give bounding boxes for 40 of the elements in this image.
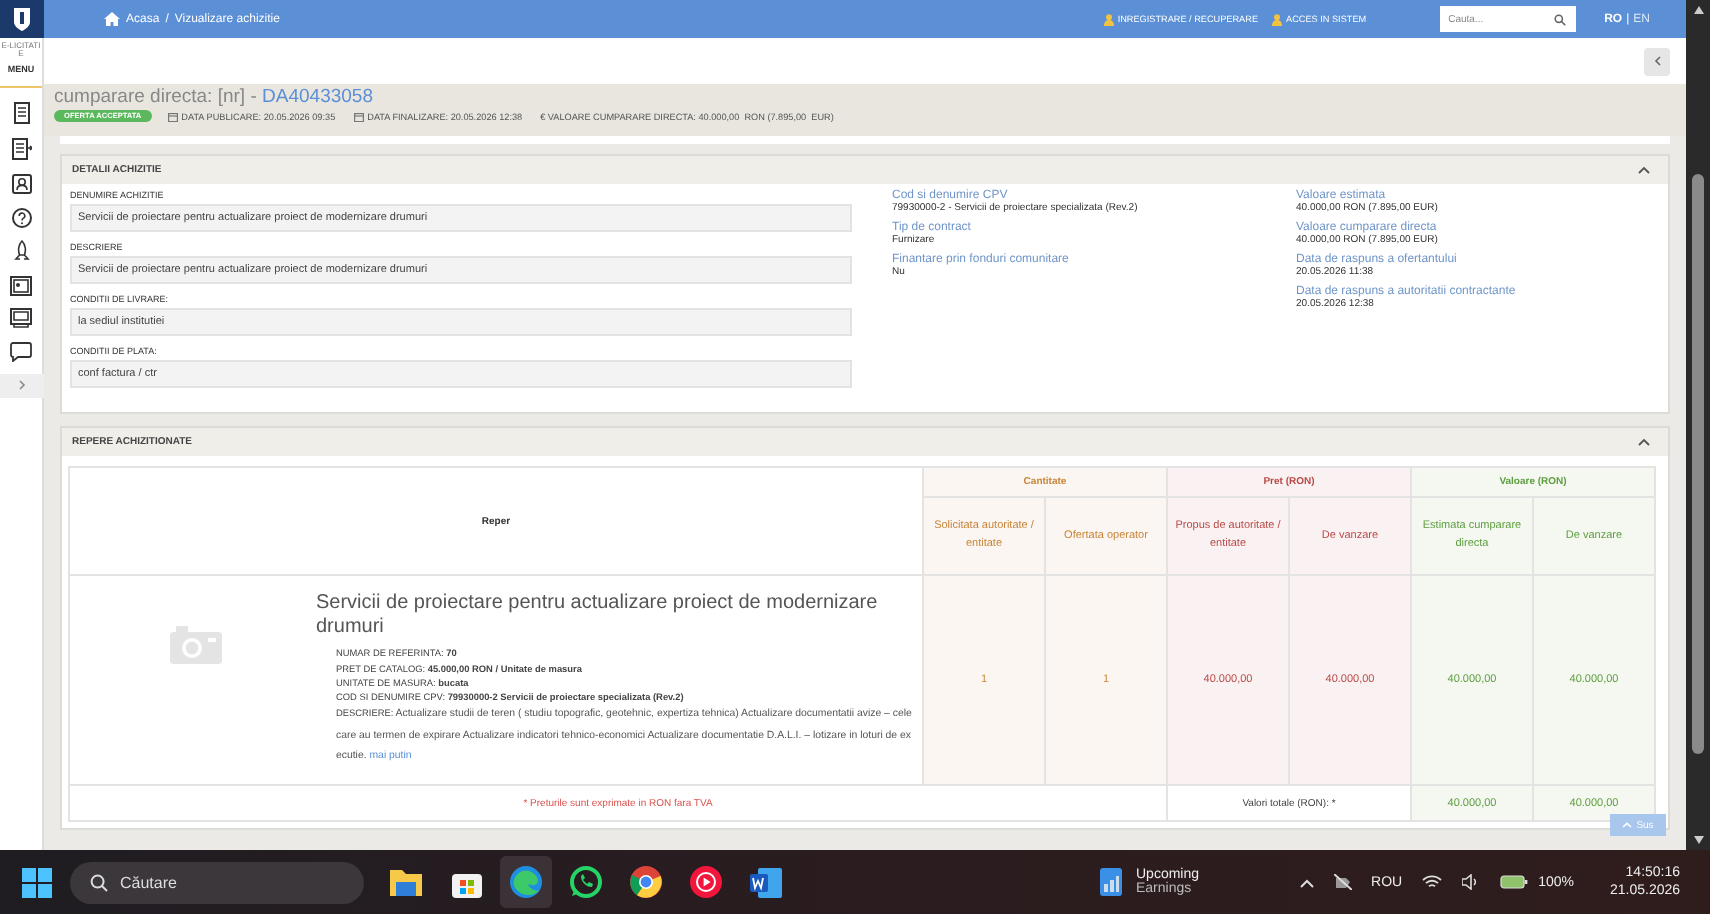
- battery-icon[interactable]: [1500, 874, 1529, 890]
- crossed-device-icon[interactable]: [1333, 874, 1352, 890]
- badge-icon[interactable]: [11, 172, 31, 194]
- browser-icon[interactable]: [510, 866, 542, 898]
- document-icon[interactable]: [11, 102, 31, 124]
- chevron-up-icon[interactable]: [1638, 438, 1650, 446]
- chevron-right-icon: [17, 380, 25, 390]
- logo-icon[interactable]: [0, 0, 44, 38]
- page-title: cumparare directa: [nr] -: [54, 86, 259, 108]
- help-icon[interactable]: [11, 207, 31, 227]
- taskbar-search-field[interactable]: Căutare: [70, 861, 364, 903]
- folder-icon[interactable]: [390, 868, 422, 896]
- play-icon[interactable]: [690, 866, 722, 898]
- scroll-up-arrow-icon[interactable]: [1693, 6, 1703, 14]
- chart-icon[interactable]: [1100, 868, 1122, 896]
- id-card-icon[interactable]: [10, 275, 32, 295]
- chat-bubble-icon[interactable]: [570, 866, 602, 898]
- wifi-icon[interactable]: [1422, 874, 1443, 890]
- search-icon: [90, 873, 108, 891]
- camera-icon: [169, 624, 221, 665]
- word-icon[interactable]: [750, 867, 782, 897]
- chrome-icon[interactable]: [630, 866, 662, 898]
- calendar-icon: [353, 111, 364, 121]
- user-icon: [1103, 13, 1114, 25]
- item-name: Servicii de proiectare pentru actualizare proiect de modernizare drumuri: [316, 592, 880, 639]
- calendar-icon: [167, 111, 178, 121]
- rocket-icon[interactable]: [11, 240, 31, 262]
- search-icon[interactable]: [1554, 13, 1567, 25]
- collapse-button[interactable]: [1644, 47, 1670, 75]
- scrollbar[interactable]: [1686, 0, 1710, 850]
- start-icon[interactable]: [22, 867, 52, 897]
- chevron-up-icon: [1622, 822, 1633, 828]
- chevron-up-icon[interactable]: [1638, 166, 1650, 174]
- scroll-down-arrow-icon[interactable]: [1693, 836, 1703, 844]
- user-icon: [1272, 13, 1283, 25]
- home-icon[interactable]: [104, 12, 120, 26]
- monitor-icon[interactable]: [10, 308, 32, 328]
- speaker-icon[interactable]: [1462, 874, 1481, 890]
- chevron-left-icon: [1653, 56, 1661, 66]
- chat-icon[interactable]: [10, 341, 32, 361]
